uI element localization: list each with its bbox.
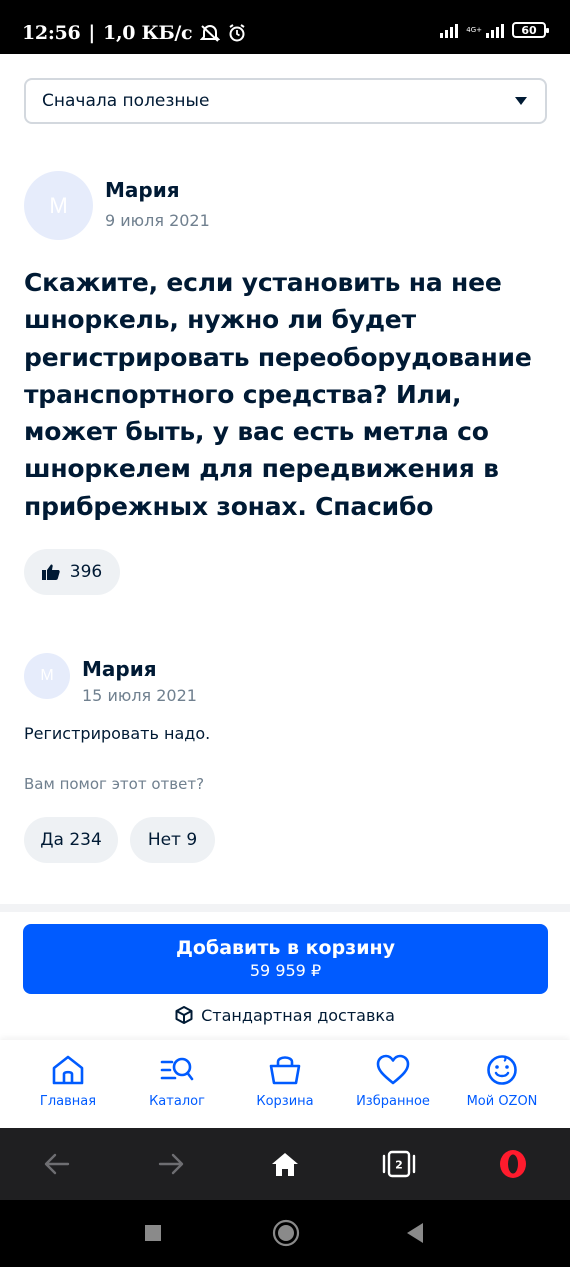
- divider: [0, 904, 570, 912]
- back-arrow-icon: [44, 1153, 70, 1175]
- smiley-icon: [487, 1055, 517, 1085]
- system-navigation-bar: [0, 1200, 570, 1267]
- nav-label-favorites: Избранное: [356, 1094, 430, 1109]
- sort-dropdown-label: Сначала полезные: [42, 91, 210, 111]
- nav-item-favorites[interactable]: Избранное: [338, 1054, 448, 1109]
- add-to-cart-label: Добавить в корзину: [175, 937, 396, 959]
- answer-avatar: М: [24, 653, 70, 699]
- status-bar: 12:56 | 1,0 КБ/с 4G+ 60: [0, 0, 570, 54]
- home-icon: [52, 1055, 84, 1085]
- tabs-button[interactable]: 2: [381, 1146, 417, 1182]
- signal-icon-2: [486, 22, 504, 38]
- answer-date: 15 июля 2021: [82, 686, 197, 705]
- avatar: М: [24, 171, 93, 240]
- helpful-yes-button[interactable]: Да 234: [24, 817, 118, 863]
- home-icon: [272, 1153, 298, 1176]
- answer-text: Регистрировать надо.: [24, 724, 211, 743]
- tabs-icon: 2: [382, 1150, 416, 1178]
- helpful-question: Вам помог этот ответ?: [24, 775, 205, 793]
- avatar-letter: М: [49, 192, 68, 218]
- tabs-count: 2: [395, 1159, 403, 1172]
- nav-label-my-ozon: Мой OZON: [466, 1094, 538, 1109]
- nav-label-home: Главная: [39, 1094, 97, 1109]
- nav-label-cart: Корзина: [256, 1094, 314, 1109]
- add-to-cart-button[interactable]: Добавить в корзину 59 959 ₽: [23, 924, 548, 994]
- thumbs-up-icon: [41, 564, 60, 580]
- like-count: 396: [69, 562, 103, 582]
- browser-home-button[interactable]: [267, 1146, 303, 1182]
- helpful-no-button[interactable]: Нет 9: [130, 817, 215, 863]
- chevron-down-icon: [515, 97, 527, 105]
- forward-button[interactable]: [153, 1146, 189, 1182]
- answer-author: Мария: [82, 657, 157, 681]
- status-time: 12:56: [22, 22, 81, 44]
- status-speed: 1,0 КБ/с: [103, 22, 193, 44]
- muted-notification-icon: [200, 25, 221, 42]
- review-author: Мария: [105, 178, 180, 202]
- battery-level: 60: [521, 23, 537, 37]
- catalog-search-icon: [160, 1057, 194, 1081]
- nav-item-catalog[interactable]: Каталог: [122, 1054, 232, 1109]
- price: 59 959 ₽: [249, 961, 322, 980]
- nav-item-home[interactable]: Главная: [13, 1054, 123, 1109]
- opera-icon: [500, 1150, 526, 1178]
- basket-icon: [269, 1056, 301, 1085]
- battery-icon: 60: [512, 22, 549, 38]
- status-right: 4G+ 60: [440, 22, 549, 38]
- status-left: 12:56 | 1,0 КБ/с: [22, 22, 246, 44]
- delivery-info: Стандартная доставка: [0, 1003, 570, 1027]
- heart-icon: [376, 1054, 410, 1085]
- status-divider: |: [88, 22, 96, 44]
- opera-menu-button[interactable]: [495, 1146, 531, 1182]
- alarm-icon: [229, 24, 245, 42]
- review-date: 9 июля 2021: [105, 211, 210, 230]
- review-text: Скажите, если установить на нее шноркель…: [24, 268, 532, 521]
- sort-dropdown[interactable]: Сначала полезные: [24, 78, 547, 124]
- forward-arrow-icon: [158, 1153, 184, 1175]
- browser-toolbar: 2: [0, 1128, 570, 1200]
- signal-icon: [440, 22, 459, 38]
- nav-item-cart[interactable]: Корзина: [230, 1054, 340, 1109]
- back-button[interactable]: [39, 1146, 75, 1182]
- box-icon: [175, 1006, 193, 1024]
- nav-item-my-ozon[interactable]: Мой OZON: [447, 1054, 557, 1109]
- bottom-navigation: Главная Каталог Корзина Избранное Мой OZ…: [0, 1040, 570, 1128]
- avatar-letter: М: [40, 667, 54, 684]
- network-type: 4G+: [466, 26, 482, 34]
- nav-label-catalog: Каталог: [149, 1094, 205, 1109]
- recents-icon[interactable]: [144, 1224, 162, 1242]
- delivery-label: Стандартная доставка: [201, 1005, 395, 1025]
- like-button[interactable]: 396: [24, 549, 120, 595]
- back-triangle-icon[interactable]: [406, 1222, 424, 1244]
- home-circle-icon[interactable]: [272, 1219, 300, 1247]
